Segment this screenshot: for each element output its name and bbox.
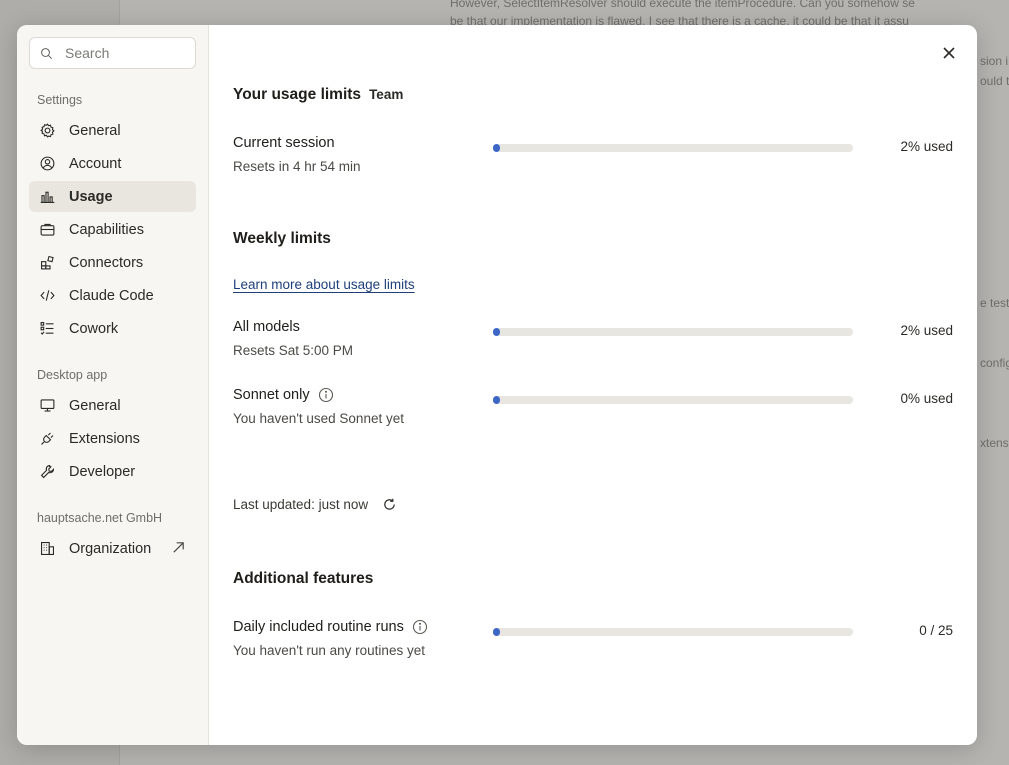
- puzzle-blocks-icon: [37, 253, 57, 273]
- usage-row-all-models: All models Resets Sat 5:00 PM 2% used: [233, 319, 953, 363]
- sidebar-item-extensions[interactable]: Extensions: [29, 423, 196, 454]
- background-text: config: [980, 356, 1009, 370]
- background-text: However, SelectItemResolver should execu…: [450, 0, 915, 10]
- plan-badge: Team: [369, 87, 404, 102]
- sidebar-item-connectors[interactable]: Connectors: [29, 247, 196, 278]
- sidebar-item-label: General: [69, 397, 121, 414]
- progress-bar: [493, 628, 853, 636]
- settings-section-label: Settings: [37, 93, 83, 107]
- background-text: e test: [980, 296, 1009, 310]
- sidebar-item-label: Usage: [69, 188, 113, 205]
- sidebar-item-label: Capabilities: [69, 221, 144, 238]
- search-icon: [41, 47, 53, 59]
- usage-row-session: Current session Resets in 4 hr 54 min 2%…: [233, 135, 953, 179]
- sidebar-item-developer[interactable]: Developer: [29, 456, 196, 487]
- org-section-label: hauptsache.net GmbH: [37, 511, 163, 525]
- last-updated-text: Last updated: just now: [233, 497, 369, 512]
- usage-limits-heading: Your usage limits: [233, 86, 362, 103]
- sidebar-item-claude-code[interactable]: Claude Code: [29, 280, 196, 311]
- background-text: xtens: [980, 436, 1009, 450]
- progress-fill: [493, 396, 500, 404]
- usage-panel: Your usage limits Team Current session R…: [209, 25, 977, 745]
- sidebar-item-general[interactable]: General: [29, 115, 196, 146]
- additional-features-heading: Additional features: [233, 570, 374, 587]
- briefcase-icon: [37, 220, 57, 240]
- settings-modal: Settings General Account Usage Capabilit…: [17, 25, 977, 745]
- usage-value: 0% used: [900, 391, 953, 406]
- learn-more-link[interactable]: Learn more about usage limits: [233, 277, 415, 292]
- sidebar-item-usage[interactable]: Usage: [29, 181, 196, 212]
- monitor-icon: [37, 396, 57, 416]
- sidebar-item-label: Cowork: [69, 320, 119, 337]
- sidebar-item-cowork[interactable]: Cowork: [29, 313, 196, 344]
- sidebar-item-label: Account: [69, 155, 122, 172]
- sidebar-item-account[interactable]: Account: [29, 148, 196, 179]
- last-updated: Last updated: just now: [233, 497, 397, 512]
- user-circle-icon: [37, 154, 57, 174]
- settings-sidebar: Settings General Account Usage Capabilit…: [17, 25, 209, 745]
- plug-icon: [37, 429, 57, 449]
- weekly-limits-heading: Weekly limits: [233, 230, 331, 247]
- page-title: Your usage limits Team: [233, 86, 403, 104]
- background-text: ould t: [980, 74, 1009, 88]
- usage-row-sub: You haven't run any routines yet: [233, 643, 425, 658]
- progress-fill: [493, 328, 501, 336]
- gear-icon: [37, 121, 57, 141]
- sidebar-item-label: Connectors: [69, 254, 144, 271]
- sidebar-item-label: General: [69, 122, 121, 139]
- sidebar-item-label: Developer: [69, 463, 136, 480]
- sidebar-item-label: Extensions: [69, 430, 140, 447]
- refresh-icon[interactable]: [382, 497, 397, 512]
- progress-bar: [493, 328, 853, 336]
- sidebar-item-capabilities[interactable]: Capabilities: [29, 214, 196, 245]
- close-icon[interactable]: [941, 45, 957, 61]
- info-icon[interactable]: [412, 619, 428, 635]
- usage-row-sub: You haven't used Sonnet yet: [233, 411, 404, 426]
- search-input[interactable]: [65, 45, 185, 61]
- desktop-section-label: Desktop app: [37, 368, 108, 382]
- usage-row-sub: Resets Sat 5:00 PM: [233, 343, 354, 358]
- sidebar-item-label: Organization: [69, 540, 152, 557]
- wrench-icon: [37, 462, 57, 482]
- bar-chart-icon: [37, 187, 57, 207]
- usage-value: 2% used: [900, 323, 953, 338]
- building-icon: [37, 539, 57, 559]
- progress-bar: [493, 144, 853, 152]
- progress-bar: [493, 396, 853, 404]
- usage-row-sonnet: Sonnet only You haven't used Sonnet yet …: [233, 387, 953, 431]
- usage-row-label: Sonnet only: [233, 387, 310, 403]
- sidebar-item-organization[interactable]: Organization: [29, 533, 196, 564]
- usage-row-routines: Daily included routine runs You haven't …: [233, 619, 953, 663]
- code-icon: [37, 286, 57, 306]
- usage-row-sub: Resets in 4 hr 54 min: [233, 159, 361, 174]
- sidebar-item-desktop-general[interactable]: General: [29, 390, 196, 421]
- search-box[interactable]: [29, 37, 196, 69]
- external-link-icon: [173, 542, 184, 553]
- progress-fill: [493, 144, 501, 152]
- usage-value: 2% used: [900, 139, 953, 154]
- progress-fill: [493, 628, 500, 636]
- usage-value: 0 / 25: [919, 623, 953, 638]
- background-text: sion i: [980, 54, 1009, 68]
- info-icon[interactable]: [318, 387, 334, 403]
- checklist-icon: [37, 319, 57, 339]
- sidebar-item-label: Claude Code: [69, 287, 154, 304]
- usage-row-label: Daily included routine runs: [233, 619, 404, 635]
